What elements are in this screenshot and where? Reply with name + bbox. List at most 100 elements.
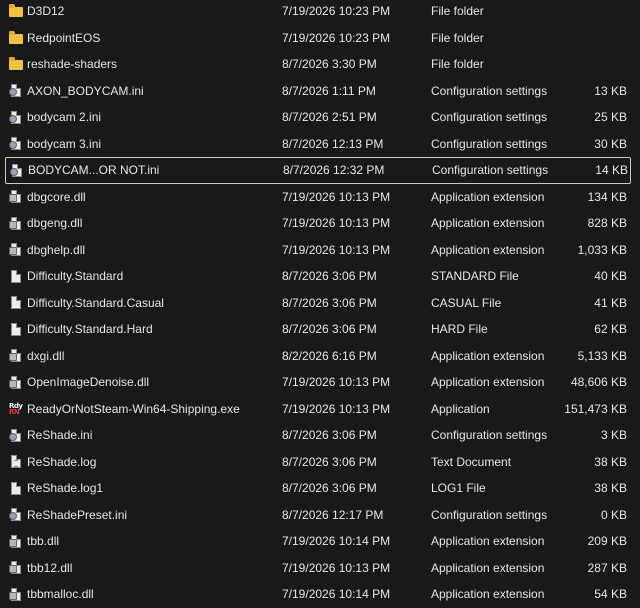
file-size: 48,606 KB	[570, 375, 627, 390]
file-row[interactable]: tbb12.dll 7/19/2026 10:13 PM Application e…	[0, 555, 640, 582]
file-row[interactable]: ReShade.log1 8/7/2026 3:06 PM LOG1 File 38 …	[0, 475, 640, 502]
file-size: 13 KB	[594, 83, 627, 98]
file-size: 14 KB	[595, 163, 628, 178]
settings-file-icon	[9, 131, 23, 158]
file-date-modified: 7/19/2026 10:13 PM	[282, 401, 391, 416]
file-name: tbbmalloc.dll	[27, 587, 94, 602]
file-size	[540, 51, 627, 78]
file-name: ReShade.log	[27, 454, 97, 469]
file-name: Difficulty.Standard.Casual	[27, 295, 164, 310]
file-icon	[9, 290, 23, 317]
file-name: AXON_BODYCAM.ini	[27, 83, 144, 98]
file-name: dbgeng.dll	[27, 216, 83, 231]
file-size: 3 KB	[600, 428, 627, 443]
file-row[interactable]: Difficulty.Standard 8/7/2026 3:06 PM STAND…	[0, 263, 640, 290]
file-name: ReShade.log1	[27, 481, 104, 496]
file-row[interactable]: Difficulty.Standard.Casual 8/7/2026 3:06 …	[0, 290, 640, 317]
file-row[interactable]: bodycam 3.ini 8/7/2026 12:13 PM Configurat…	[0, 131, 640, 158]
file-row[interactable]: ReShade.ini 8/7/2026 3:06 PM Configuration…	[0, 422, 640, 449]
file-date-modified: 7/19/2026 10:13 PM	[282, 189, 391, 204]
dll-file-icon	[9, 555, 23, 582]
file-size: 828 KB	[587, 216, 627, 231]
file-date-modified: 8/7/2026 12:13 PM	[282, 136, 384, 151]
file-size: 287 KB	[587, 560, 627, 575]
settings-file-icon	[10, 158, 24, 183]
file-row[interactable]: dbghelp.dll 7/19/2026 10:13 PM Application…	[0, 237, 640, 264]
file-name: D3D12	[27, 4, 65, 19]
file-name: Difficulty.Standard.Hard	[27, 322, 153, 337]
dll-file-icon	[9, 210, 23, 237]
file-date-modified: 7/19/2026 10:23 PM	[282, 4, 391, 19]
file-icon	[9, 316, 23, 343]
file-icon	[9, 475, 23, 502]
file-name: tbb12.dll	[27, 560, 73, 575]
file-row[interactable]: ReShadePreset.ini 8/7/2026 12:17 PM Config…	[0, 502, 640, 529]
dll-file-icon	[9, 369, 23, 396]
dll-file-icon	[9, 528, 23, 555]
file-date-modified: 7/19/2026 10:13 PM	[282, 375, 391, 390]
file-size: 38 KB	[594, 481, 627, 496]
dll-file-icon	[9, 581, 23, 608]
file-date-modified: 8/7/2026 3:06 PM	[282, 481, 377, 496]
settings-file-icon	[9, 422, 23, 449]
file-row[interactable]: RedpointEOS 7/19/2026 10:23 PM File folder	[0, 25, 640, 52]
file-row[interactable]: dbgeng.dll 7/19/2026 10:13 PM Application …	[0, 210, 640, 237]
folder-icon	[9, 51, 23, 78]
file-size: 62 KB	[594, 322, 627, 337]
file-row[interactable]: dxgi.dll 8/2/2026 6:16 PM Application exte…	[0, 343, 640, 370]
file-size: 38 KB	[594, 454, 627, 469]
file-name: bodycam 3.ini	[27, 136, 102, 151]
file-name: Difficulty.Standard	[27, 269, 124, 284]
file-icon	[9, 263, 23, 290]
file-name: ReShadePreset.ini	[27, 507, 128, 522]
file-row[interactable]: reshade-shaders 8/7/2026 3:30 PM File fold…	[0, 51, 640, 78]
file-name: dbgcore.dll	[27, 189, 86, 204]
file-name: ReShade.ini	[27, 428, 93, 443]
file-date-modified: 8/2/2026 6:16 PM	[282, 348, 377, 363]
file-size: 134 KB	[587, 189, 627, 204]
file-size	[540, 25, 627, 52]
file-name: OpenImageDenoise.dll	[27, 375, 150, 390]
file-name: ReadyOrNotSteam-Win64-Shipping.exe	[27, 401, 240, 416]
settings-file-icon	[9, 104, 23, 131]
file-row[interactable]: tbbmalloc.dll 7/19/2026 10:14 PM Applicati…	[0, 581, 640, 608]
file-name: dxgi.dll	[27, 348, 65, 363]
file-row[interactable]: Rdy RN ReadyOrNotSteam-Win64-Shipping.exe 7…	[0, 396, 640, 423]
file-row[interactable]: AXON_BODYCAM.ini 8/7/2026 1:11 PM Configur…	[0, 78, 640, 105]
file-size	[540, 0, 627, 25]
file-date-modified: 7/19/2026 10:13 PM	[282, 560, 391, 575]
file-name: bodycam 2.ini	[27, 110, 102, 125]
file-row[interactable]: ReShade.log 8/7/2026 3:06 PM Text Document…	[0, 449, 640, 476]
file-row[interactable]: D3D12 7/19/2026 10:23 PM File folder	[0, 0, 640, 25]
file-row[interactable]: Difficulty.Standard.Hard 8/7/2026 3:06 PM…	[0, 316, 640, 343]
file-date-modified: 8/7/2026 12:32 PM	[283, 163, 385, 178]
file-list: D3D12 7/19/2026 10:23 PM File folder Redpoi…	[0, 0, 640, 608]
file-date-modified: 8/7/2026 12:17 PM	[282, 507, 384, 522]
ready-or-not-app-icon: Rdy RN	[9, 401, 23, 416]
folder-icon	[9, 25, 23, 52]
file-size: 1,033 KB	[577, 242, 627, 257]
file-name: BODYCAM...OR NOT.ini	[28, 163, 160, 178]
file-size: 209 KB	[587, 534, 627, 549]
file-name: RedpointEOS	[27, 30, 101, 45]
file-date-modified: 8/7/2026 3:30 PM	[282, 57, 377, 72]
settings-file-icon	[9, 78, 23, 105]
file-size: 0 KB	[600, 507, 627, 522]
dll-file-icon	[9, 184, 23, 211]
file-size: 151,473 KB	[564, 401, 627, 416]
file-size: 40 KB	[594, 269, 627, 284]
dll-file-icon	[9, 343, 23, 370]
file-name: tbb.dll	[27, 534, 60, 549]
dll-file-icon	[9, 237, 23, 264]
file-row[interactable]: bodycam 2.ini 8/7/2026 2:51 PM Configurati…	[0, 104, 640, 131]
file-row[interactable]: tbb.dll 7/19/2026 10:14 PM Application ext…	[0, 528, 640, 555]
file-date-modified: 8/7/2026 3:06 PM	[282, 428, 377, 443]
file-date-modified: 8/7/2026 2:51 PM	[282, 110, 377, 125]
file-row[interactable]: dbgcore.dll 7/19/2026 10:13 PM Application…	[0, 184, 640, 211]
file-size: 5,133 KB	[577, 348, 627, 363]
file-name: dbghelp.dll	[27, 242, 86, 257]
file-size: 30 KB	[594, 136, 627, 151]
file-row[interactable]: OpenImageDenoise.dll 7/19/2026 10:13 PM Ap…	[0, 369, 640, 396]
file-row[interactable]: BODYCAM...OR NOT.ini 8/7/2026 12:32 PM Con…	[5, 157, 631, 184]
file-date-modified: 8/7/2026 3:06 PM	[282, 295, 377, 310]
